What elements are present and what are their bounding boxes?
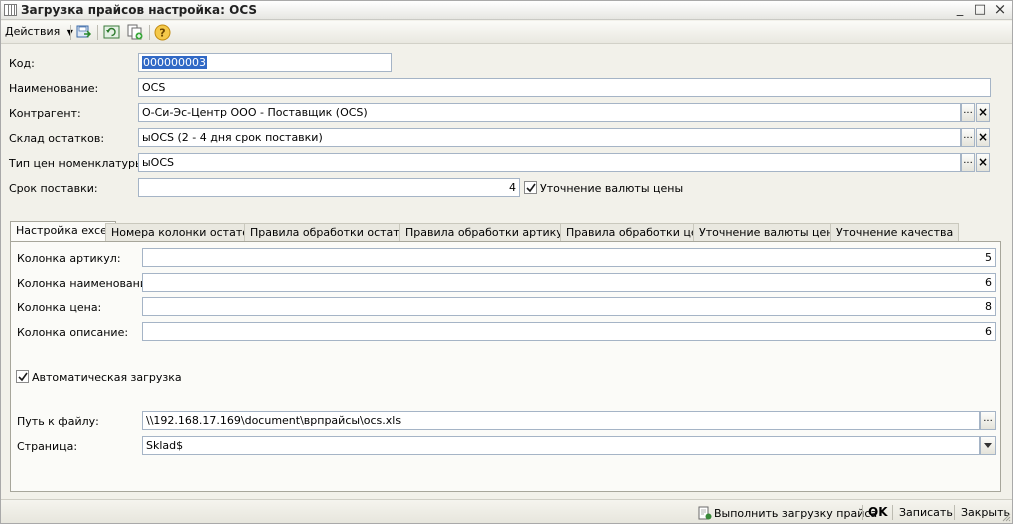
counterparty-select-button[interactable]: ...	[961, 103, 975, 122]
actions-menu-label: Действия	[5, 25, 61, 38]
col-desc-label: Колонка описание:	[17, 326, 129, 339]
col-name-field[interactable]: 6	[142, 273, 996, 292]
bottom-bar: Выполнить загрузку прайса OK Записать За…	[1, 499, 1012, 523]
counterparty-field[interactable]: О-Си-Эс-Центр ООО - Поставщик (OCS)	[138, 103, 961, 122]
checkmark-icon	[18, 372, 28, 382]
copy-icon[interactable]	[127, 24, 144, 41]
resize-grip-icon[interactable]	[1001, 512, 1011, 522]
code-field[interactable]: 000000003	[138, 53, 392, 72]
window-title: Загрузка прайсов настройка: OCS	[21, 3, 258, 17]
col-name-label: Колонка наименование:	[17, 277, 158, 290]
delivery-term-label: Срок поставки:	[9, 182, 98, 195]
toolbar: Действия ▼ ?	[1, 21, 1012, 44]
actions-menu[interactable]: Действия ▼	[5, 25, 73, 38]
excel-settings-panel: Колонка артикул: 5 Колонка наименование:…	[10, 241, 1001, 492]
auto-load-checkbox[interactable]	[16, 370, 29, 383]
tab-quality-refinement[interactable]: Уточнение качества	[830, 223, 960, 241]
name-field[interactable]: OCS	[138, 78, 991, 97]
col-article-field[interactable]: 5	[142, 248, 996, 267]
col-article-label: Колонка артикул:	[17, 252, 121, 265]
save-button[interactable]: Записать	[899, 506, 953, 519]
price-type-clear-button[interactable]: ×	[976, 153, 990, 172]
col-desc-field[interactable]: 6	[142, 322, 996, 341]
svg-text:?: ?	[159, 27, 165, 40]
name-label: Наименование:	[9, 82, 99, 95]
sheet-select[interactable]: Sklad$	[142, 436, 980, 455]
currency-checkbox[interactable]	[524, 181, 537, 194]
counterparty-label: Контрагент:	[9, 107, 81, 120]
help-icon[interactable]: ?	[154, 24, 171, 41]
auto-load-label: Автоматическая загрузка	[32, 371, 182, 384]
file-path-field[interactable]: \\192.168.17.169\document\врпрайсы\ocs.x…	[142, 411, 980, 430]
form-icon	[4, 4, 17, 16]
warehouse-label: Склад остатков:	[9, 132, 105, 145]
title-bar: Загрузка прайсов настройка: OCS _ □ ×	[1, 1, 1012, 20]
sheet-label: Страница:	[17, 440, 78, 453]
tab-article-rules[interactable]: Правила обработки артикула	[399, 223, 583, 241]
tab-stock-rules[interactable]: Правила обработки остатка	[244, 223, 420, 241]
refresh-icon[interactable]	[103, 24, 120, 41]
warehouse-select-button[interactable]: ...	[961, 128, 975, 147]
code-label: Код:	[9, 57, 35, 70]
warehouse-clear-button[interactable]: ×	[976, 128, 990, 147]
ok-button[interactable]: OK	[868, 505, 888, 519]
price-type-label: Тип цен номенклатуры:	[9, 157, 148, 170]
chevron-down-icon	[984, 443, 992, 448]
file-path-browse-button[interactable]: ...	[980, 411, 996, 430]
run-load-label: Выполнить загрузку прайса	[714, 507, 878, 520]
tab-excel-settings[interactable]: Настройка excel	[10, 221, 116, 241]
warehouse-field[interactable]: ыOCS (2 - 4 дня срок поставки)	[138, 128, 961, 147]
currency-checkbox-label: Уточнение валюты цены	[540, 182, 684, 195]
run-load-button[interactable]: Выполнить загрузку прайса	[698, 506, 877, 520]
code-value: 000000003	[142, 56, 207, 69]
document-run-icon	[698, 506, 712, 520]
col-price-field[interactable]: 8	[142, 297, 996, 316]
save-and-close-icon[interactable]	[75, 24, 92, 41]
price-type-field[interactable]: ыOCS	[138, 153, 961, 172]
tab-stock-columns[interactable]: Номера колонки остаток	[105, 223, 262, 241]
file-path-label: Путь к файлу:	[17, 415, 99, 428]
delivery-term-field[interactable]: 4	[138, 178, 520, 197]
tab-currency-refinement[interactable]: Уточнение валюты цены	[693, 223, 849, 241]
counterparty-clear-button[interactable]: ×	[976, 103, 990, 122]
tab-price-rules[interactable]: Правила обработки цен	[560, 223, 711, 241]
tab-strip: Настройка excel Номера колонки остаток П…	[10, 221, 1010, 241]
maximize-button[interactable]: □	[971, 2, 989, 18]
price-type-select-button[interactable]: ...	[961, 153, 975, 172]
minimize-button[interactable]: _	[951, 2, 969, 18]
col-price-label: Колонка цена:	[17, 301, 102, 314]
sheet-dropdown-button[interactable]	[980, 436, 996, 455]
checkmark-icon	[526, 183, 536, 193]
settings-window: Загрузка прайсов настройка: OCS _ □ × Де…	[0, 0, 1013, 524]
close-window-button[interactable]: ×	[991, 2, 1009, 18]
